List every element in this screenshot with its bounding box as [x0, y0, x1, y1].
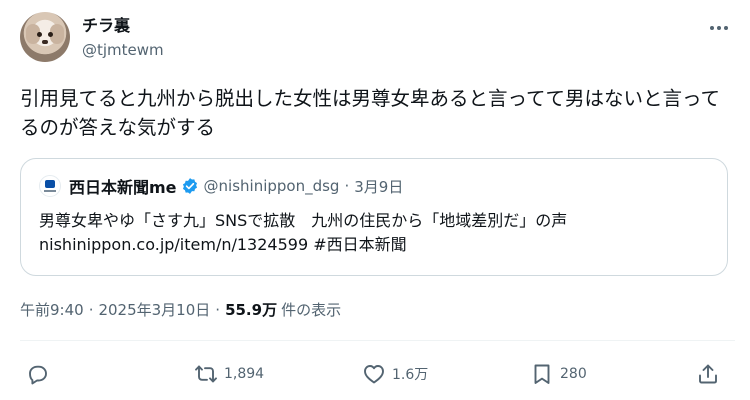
author-display-name[interactable]: チラ裏: [82, 16, 164, 36]
post-time[interactable]: 午前9:40: [20, 299, 84, 320]
verified-badge-icon: [182, 178, 197, 194]
tweet-header: チラ裏 @tjmtewm: [20, 12, 735, 64]
quoted-author-name: 西日本新聞me: [69, 178, 177, 197]
post-date[interactable]: 2025年3月10日: [98, 299, 210, 320]
tweet-text: 引用見てると九州から脱出した女性は男尊女卑あると言ってて男はないと言ってるのが答…: [20, 87, 721, 139]
like-icon: [364, 365, 384, 384]
quoted-text-line-2[interactable]: nishinippon.co.jp/item/n/1324599 #西日本新聞: [39, 233, 719, 257]
meta-separator: ·: [215, 300, 221, 319]
divider: [20, 340, 735, 341]
like-button[interactable]: 1.6万: [362, 359, 428, 389]
bookmark-icon: [534, 364, 550, 384]
quoted-author-handle: @nishinippon_dsg: [203, 177, 340, 195]
retweet-count: 1,894: [224, 366, 265, 382]
view-count[interactable]: 55.9万: [225, 299, 277, 320]
tweet-meta: 午前9:40 · 2025年3月10日 · 55.9万 件の表示: [20, 299, 341, 320]
quoted-text-line-1: 男尊女卑やゆ「さす九」SNSで拡散 九州の住民から「地域差別だ」の声: [39, 211, 568, 230]
bookmark-button[interactable]: 280: [530, 359, 587, 389]
like-count: 1.6万: [392, 367, 429, 383]
view-label: 件の表示: [281, 301, 342, 319]
quoted-tweet-body: 男尊女卑やゆ「さす九」SNSで拡散 九州の住民から「地域差別だ」の声 nishi…: [39, 209, 719, 257]
meta-separator: ·: [88, 300, 94, 319]
quoted-tweet-header: 西日本新聞me @nishinippon_dsg · 3月9日: [39, 174, 403, 198]
more-icon[interactable]: [707, 18, 731, 38]
reply-icon: [29, 365, 47, 385]
avatar[interactable]: [20, 12, 70, 62]
author-handle[interactable]: @tjmtewm: [82, 40, 164, 60]
reply-button[interactable]: [26, 359, 56, 389]
author-info: チラ裏 @tjmtewm: [82, 16, 164, 60]
quoted-tweet-card[interactable]: 西日本新聞me @nishinippon_dsg · 3月9日 男尊女卑やゆ「さ…: [20, 158, 728, 276]
retweet-icon: [195, 365, 217, 383]
quoted-separator: ·: [344, 177, 350, 195]
quoted-author-avatar: [39, 175, 61, 197]
share-button[interactable]: [696, 359, 720, 389]
bookmark-count: 280: [560, 366, 587, 382]
share-icon: [699, 364, 717, 384]
action-bar: 1,894 1.6万 280: [20, 359, 735, 391]
retweet-button[interactable]: 1,894: [194, 359, 264, 389]
quoted-date: 3月9日: [354, 177, 404, 196]
